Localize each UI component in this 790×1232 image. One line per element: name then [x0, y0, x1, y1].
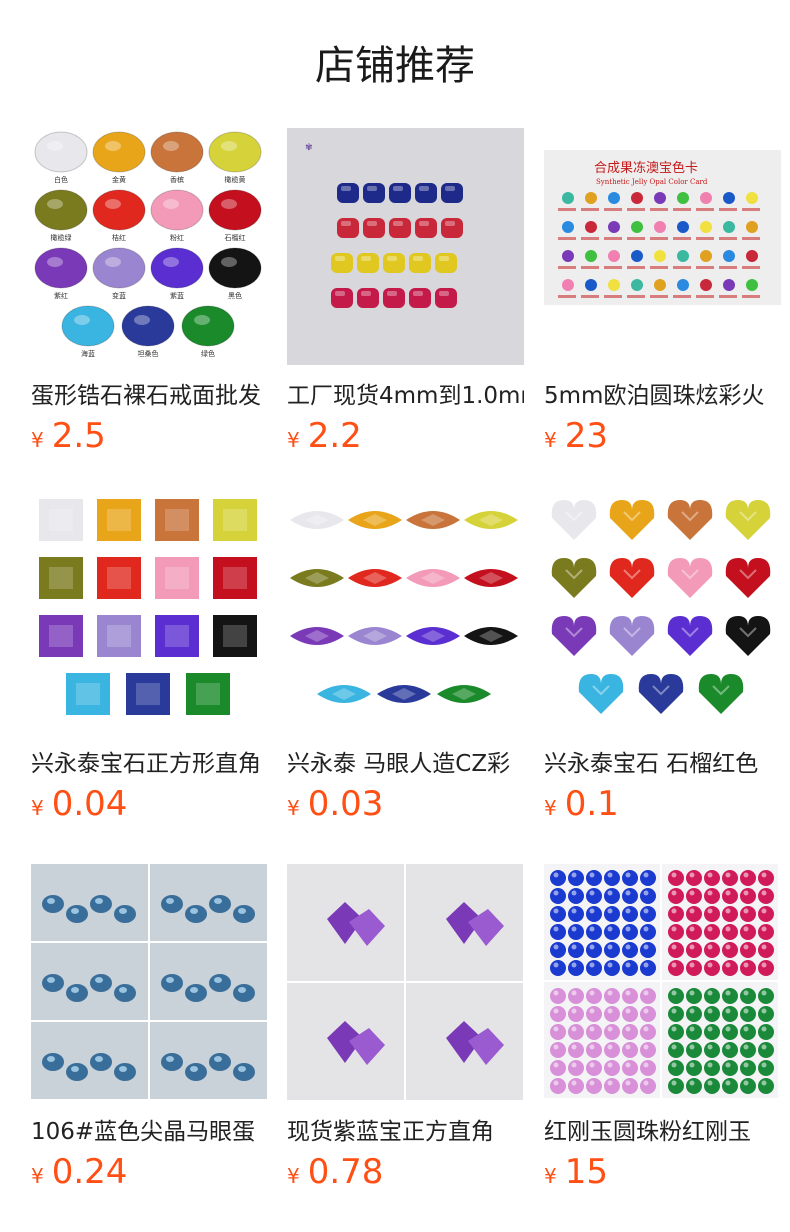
opal-color-card-image: 合成果冻澳宝色卡 Synthetic Jelly Opal Color Card	[544, 150, 781, 305]
currency-symbol: ¥	[287, 796, 300, 820]
product-image[interactable]	[31, 496, 268, 733]
product-name[interactable]: 红刚玉圆珠粉红刚玉	[544, 1114, 781, 1150]
product-image[interactable]	[287, 496, 524, 733]
svg-text:✾: ✾	[305, 143, 313, 153]
product-price: ¥0.78	[287, 1150, 383, 1194]
cabochon-rows-image: ✾	[287, 128, 524, 365]
oval-gems-image: 白色 金黄 香槟 橄榄黄橄榄绿 桔红 粉红 石榴红紫红 变蓝 紫蓝 黑色海蓝 坦桑色 绿色	[34, 131, 262, 358]
product-price: ¥0.03	[287, 782, 383, 826]
product-name[interactable]: 兴永泰 马眼人造CZ彩	[287, 746, 524, 782]
product-card[interactable]: 兴永泰宝石 石榴红色 ¥0.1	[544, 496, 781, 848]
product-name[interactable]: 兴永泰宝石 石榴红色	[544, 746, 781, 782]
product-card[interactable]: 合成果冻澳宝色卡 Synthetic Jelly Opal Color Card…	[544, 128, 781, 480]
svg-text:粉红: 粉红	[170, 233, 184, 242]
product-name[interactable]: 5mm欧泊圆珠炫彩火	[544, 378, 781, 414]
currency-symbol: ¥	[287, 1164, 300, 1188]
product-image[interactable]	[544, 496, 781, 733]
svg-text:黑色: 黑色	[228, 291, 242, 300]
svg-text:紫红: 紫红	[54, 291, 68, 300]
product-card[interactable]: 兴永泰 马眼人造CZ彩 ¥0.03	[287, 496, 524, 848]
card-title: 合成果冻澳宝色卡	[594, 160, 698, 176]
corundum-beads-collage-image	[544, 864, 778, 1098]
product-name[interactable]: 兴永泰宝石正方形直角	[31, 746, 268, 782]
currency-symbol: ¥	[31, 1164, 44, 1188]
product-price: ¥15	[544, 1150, 608, 1194]
product-price: ¥0.04	[31, 782, 127, 826]
product-image[interactable]	[31, 864, 268, 1101]
currency-symbol: ¥	[544, 428, 557, 452]
square-gems-image	[39, 499, 257, 715]
product-card[interactable]: 兴永泰宝石正方形直角 ¥0.04	[31, 496, 268, 848]
currency-symbol: ¥	[544, 796, 557, 820]
product-card[interactable]: ✾ 工厂现货4mm到1.0mm ¥2.2	[287, 128, 524, 480]
product-card[interactable]: 白色 金黄 香槟 橄榄黄橄榄绿 桔红 粉红 石榴红紫红 变蓝 紫蓝 黑色海蓝 坦桑色 绿色 蛋形锆石裸…	[31, 128, 268, 480]
product-price: ¥23	[544, 414, 608, 458]
svg-text:石榴红: 石榴红	[225, 233, 246, 242]
svg-text:桔红: 桔红	[112, 233, 126, 242]
svg-text:橄榄黄: 橄榄黄	[225, 175, 246, 184]
price-value: 2.2	[307, 416, 362, 456]
price-value: 2.5	[51, 416, 106, 456]
price-value: 0.04	[51, 784, 128, 824]
product-name[interactable]: 工厂现货4mm到1.0mm	[287, 378, 524, 414]
product-price: ¥0.24	[31, 1150, 127, 1194]
heart-gems-image	[551, 500, 771, 714]
svg-text:海蓝: 海蓝	[81, 349, 95, 358]
currency-symbol: ¥	[31, 796, 44, 820]
svg-text:金黄: 金黄	[112, 175, 126, 184]
currency-symbol: ¥	[544, 1164, 557, 1188]
product-image[interactable]: 合成果冻澳宝色卡 Synthetic Jelly Opal Color Card	[544, 128, 781, 365]
svg-text:变蓝: 变蓝	[112, 291, 126, 300]
svg-text:坦桑色: 坦桑色	[138, 349, 159, 358]
product-name[interactable]: 现货紫蓝宝正方直角	[287, 1114, 524, 1150]
product-price: ¥0.1	[544, 782, 619, 826]
price-value: 0.1	[564, 784, 619, 824]
svg-text:紫蓝: 紫蓝	[170, 291, 184, 300]
product-image[interactable]: ✾	[287, 128, 524, 365]
svg-text:橄榄绿: 橄榄绿	[51, 233, 72, 242]
product-name[interactable]: 106#蓝色尖晶马眼蛋	[31, 1114, 268, 1150]
product-card[interactable]: 106#蓝色尖晶马眼蛋 ¥0.24	[31, 864, 268, 1216]
product-image[interactable]	[287, 864, 524, 1101]
svg-text:香槟: 香槟	[170, 175, 184, 184]
price-value: 0.24	[51, 1152, 128, 1192]
product-name[interactable]: 蛋形锆石裸石戒面批发	[31, 378, 268, 414]
product-card[interactable]: 现货紫蓝宝正方直角 ¥0.78	[287, 864, 524, 1216]
currency-symbol: ¥	[287, 428, 300, 452]
currency-symbol: ¥	[31, 428, 44, 452]
product-price: ¥2.2	[287, 414, 362, 458]
marquise-gems-image	[290, 511, 518, 703]
product-image[interactable]: 白色 金黄 香槟 橄榄黄橄榄绿 桔红 粉红 石榴红紫红 变蓝 紫蓝 黑色海蓝 坦桑色 绿色	[31, 128, 268, 365]
price-value: 23	[564, 416, 608, 456]
page-title: 店铺推荐	[315, 43, 475, 89]
product-image[interactable]	[544, 864, 781, 1101]
price-value: 0.78	[307, 1152, 384, 1192]
product-price: ¥2.5	[31, 414, 106, 458]
blue-spinel-collage-image	[31, 864, 267, 1099]
price-value: 15	[564, 1152, 608, 1192]
svg-text:白色: 白色	[54, 175, 68, 184]
price-value: 0.03	[307, 784, 384, 824]
purple-sapphire-collage-image	[287, 864, 523, 1100]
svg-text:绿色: 绿色	[201, 349, 215, 358]
card-subtitle: Synthetic Jelly Opal Color Card	[596, 178, 708, 186]
product-card[interactable]: 红刚玉圆珠粉红刚玉 ¥15	[544, 864, 781, 1216]
